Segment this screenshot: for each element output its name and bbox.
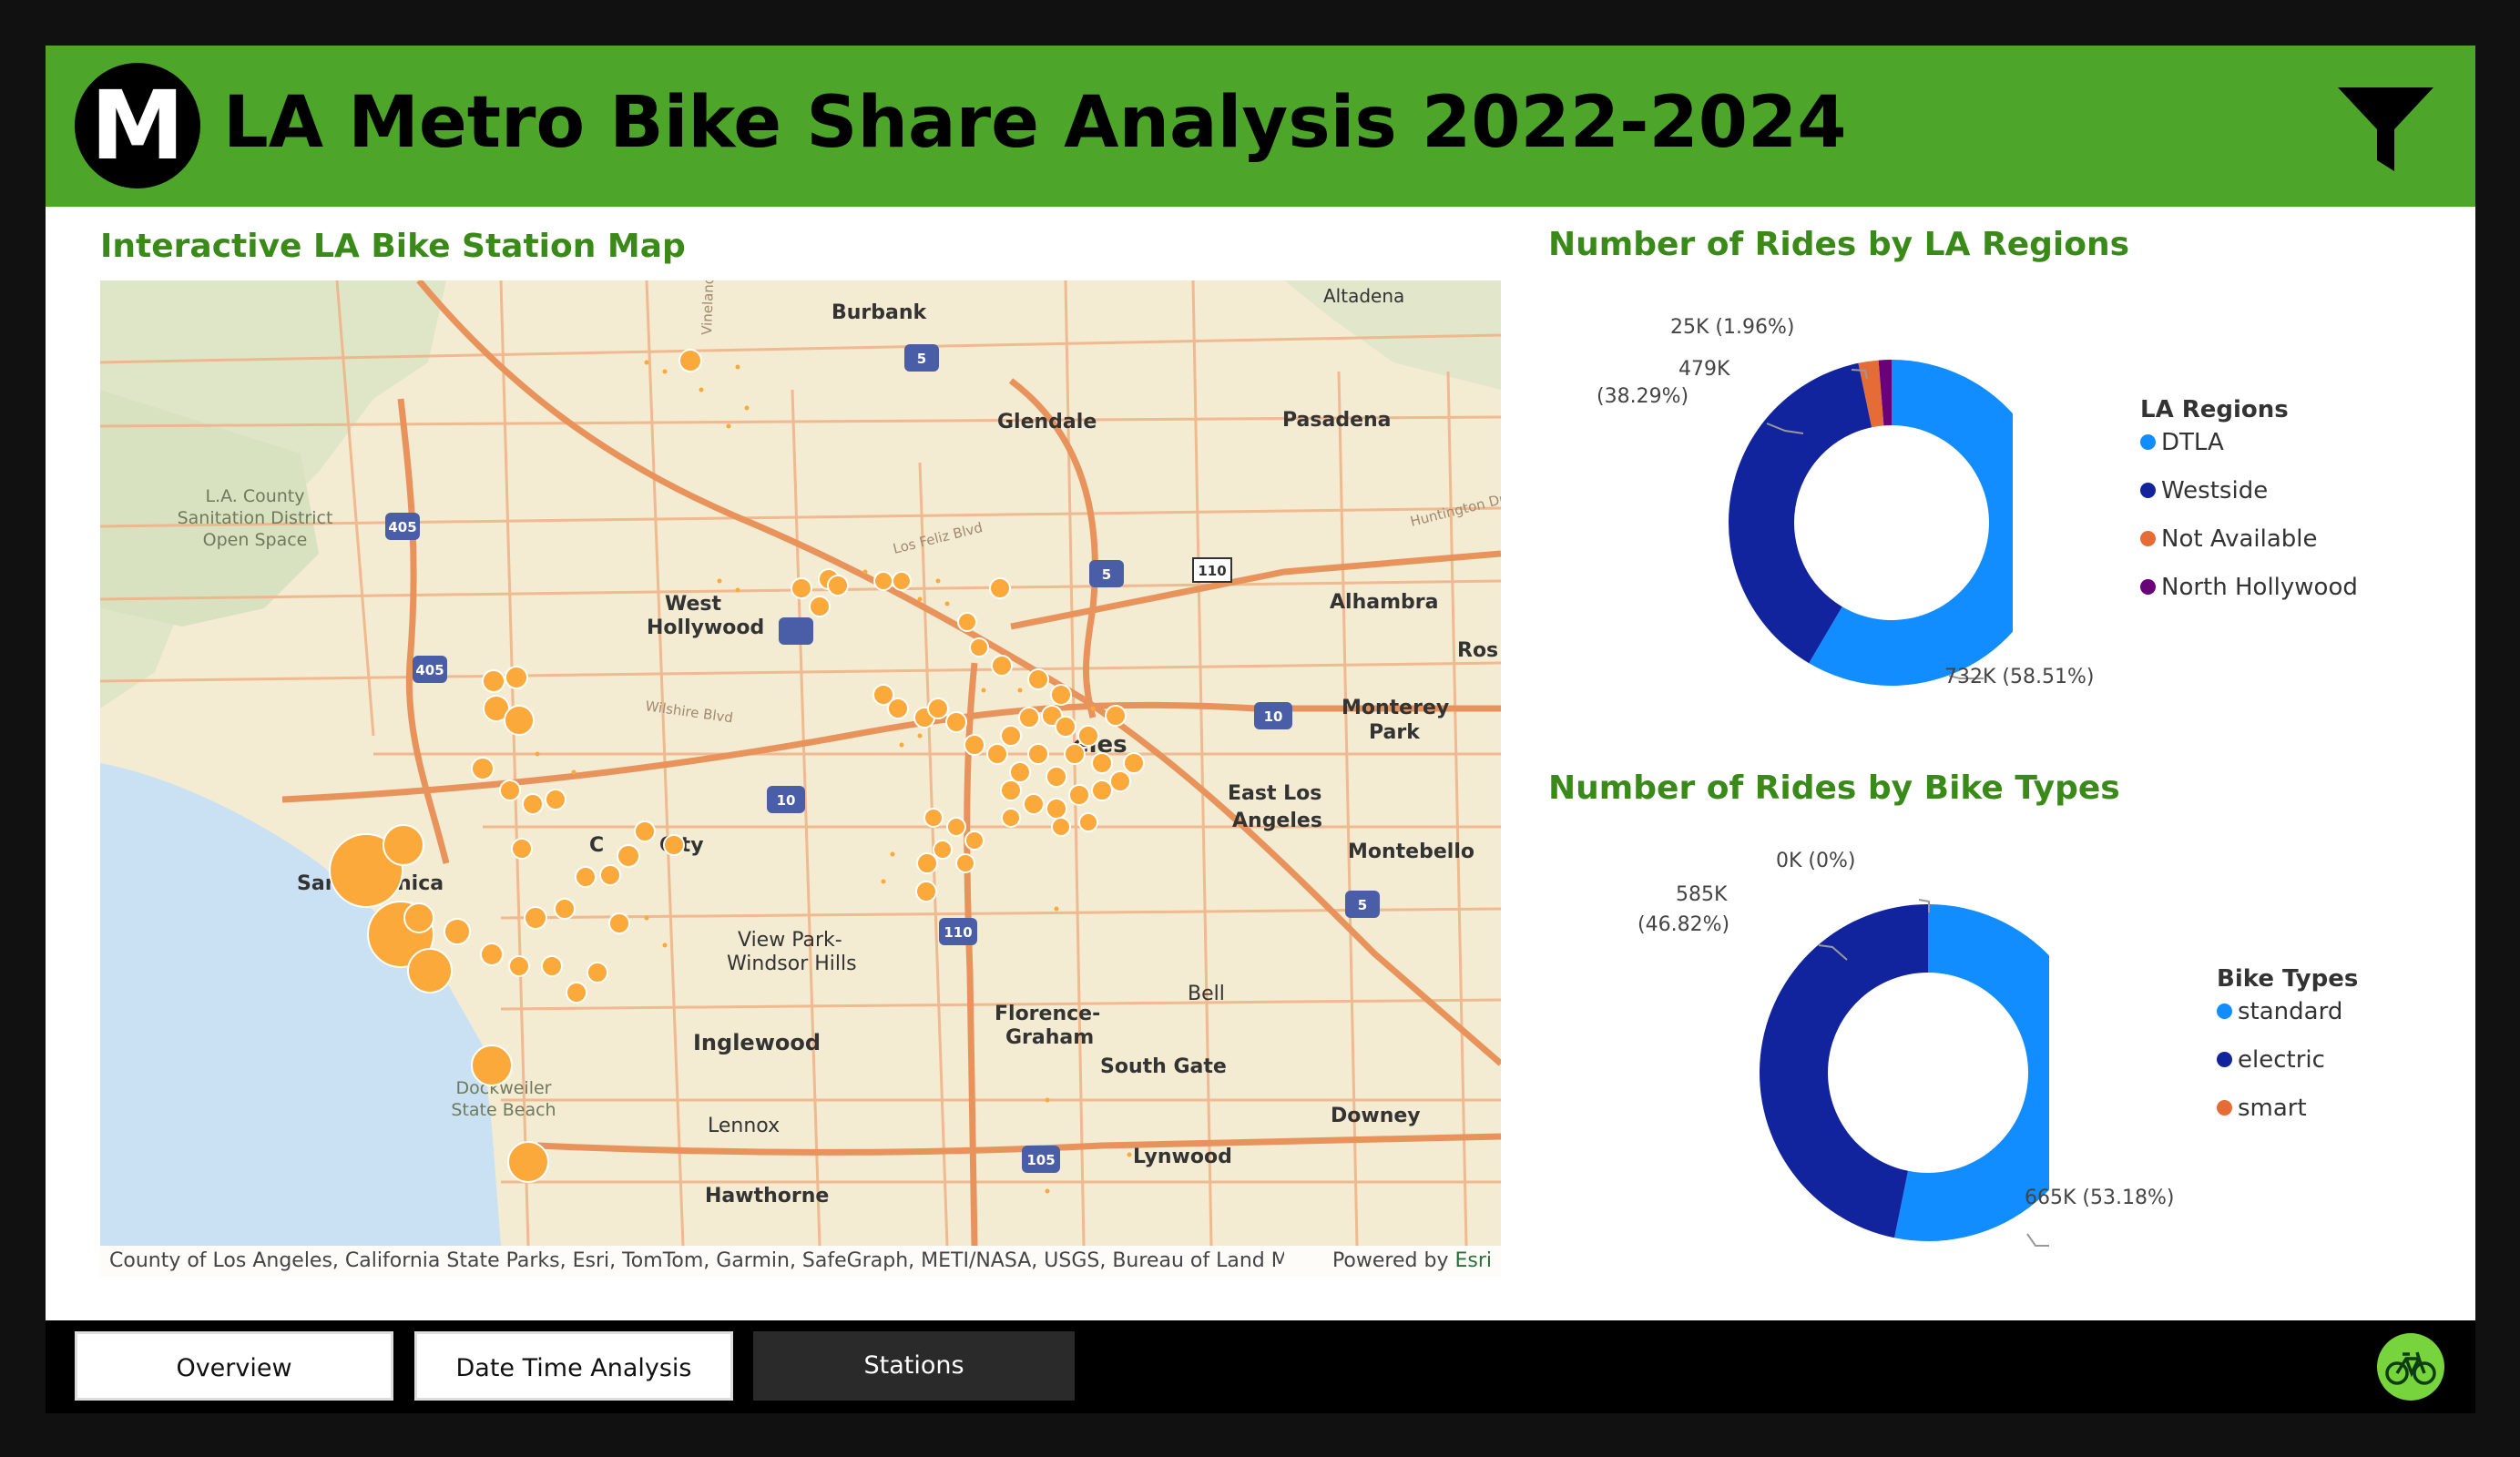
- map-label-alhambra: Alhambra: [1330, 591, 1438, 614]
- legend-item-electric[interactable]: electric: [2217, 1044, 2325, 1076]
- page-navigation: Overview Date Time Analysis Stations: [46, 1320, 2475, 1413]
- legend-dot: [2217, 1004, 2232, 1019]
- legend-dot: [2140, 579, 2156, 595]
- map-shield-10a: 10: [1264, 708, 1283, 725]
- legend-item-standard[interactable]: standard: [2217, 995, 2342, 1028]
- data-label-dtla: 732K (58.51%): [1944, 666, 2095, 688]
- map-shield-105: 105: [1026, 1152, 1055, 1168]
- map-shield-110b: 110: [944, 924, 972, 941]
- powered-by-label: Powered by: [1331, 1249, 1449, 1272]
- map-label-windsor-hills: Windsor Hills: [727, 953, 857, 975]
- station-map[interactable]: 405 405 5 5 5 110 10 10 105 110 Burbank …: [100, 280, 1501, 1277]
- map-label-bell: Bell: [1188, 983, 1225, 1005]
- legend-label: smart: [2238, 1095, 2307, 1122]
- regions-chart-title: Number of Rides by LA Regions: [1548, 226, 2130, 263]
- map-label-graham: Graham: [1005, 1026, 1094, 1049]
- map-label-view-park: View Park-: [738, 929, 842, 952]
- legend-item-north-hollywood[interactable]: North Hollywood: [2140, 571, 2358, 604]
- map-label-la-county: L.A. County: [205, 486, 304, 506]
- data-label-electric-value: 585K: [1676, 883, 1728, 906]
- legend-item-not-available[interactable]: Not Available: [2140, 523, 2318, 555]
- legend-label: Not Available: [2161, 525, 2318, 553]
- map-label-hollywood: Hollywood: [647, 616, 764, 639]
- legend-item-dtla[interactable]: DTLA: [2140, 426, 2224, 459]
- regions-legend-title: LA Regions: [2140, 396, 2289, 423]
- map-label-monterey: Monterey: [1342, 697, 1449, 719]
- data-label-smart: 0K (0%): [1776, 850, 1856, 872]
- page-title: LA Metro Bike Share Analysis 2022-2024: [223, 82, 1847, 164]
- map-label-angeles: Angeles: [1232, 810, 1322, 832]
- map-label-downey: Downey: [1331, 1105, 1421, 1127]
- map-label-state-beach: State Beach: [451, 1100, 556, 1120]
- filter-icon[interactable]: [2338, 87, 2433, 171]
- map-basemap: 405 405 5 5 5 110 10 10 105 110 Burbank …: [100, 280, 1501, 1277]
- legend-label: DTLA: [2161, 429, 2224, 456]
- data-label-westside-pct: (38.29%): [1597, 385, 1689, 408]
- metro-logo: M: [75, 63, 200, 188]
- map-label-lennox: Lennox: [708, 1115, 780, 1137]
- map-label-inglewood: Inglewood: [693, 1030, 821, 1055]
- tab-overview[interactable]: Overview: [75, 1331, 393, 1401]
- data-label-standard: 665K (53.18%): [2025, 1187, 2175, 1209]
- map-attribution: County of Los Angeles, California State …: [100, 1246, 1501, 1277]
- map-label-east-los: East Los: [1228, 782, 1321, 805]
- legend-dot: [2140, 483, 2156, 498]
- map-label-vineland: Vineland: [699, 280, 717, 335]
- header-bar: M LA Metro Bike Share Analysis 2022-2024: [46, 46, 2475, 207]
- map-label-lynwood: Lynwood: [1133, 1146, 1232, 1168]
- esri-link[interactable]: Esri: [1454, 1249, 1492, 1272]
- attribution-text: County of Los Angeles, California State …: [109, 1249, 1284, 1272]
- tab-stations[interactable]: Stations: [753, 1331, 1075, 1401]
- map-label-park: Park: [1369, 721, 1421, 744]
- map-title: Interactive LA Bike Station Map: [100, 228, 686, 265]
- map-label-west: West: [665, 593, 721, 616]
- legend-label: standard: [2238, 998, 2343, 1025]
- map-shield-5b: 5: [1102, 566, 1111, 583]
- tab-date-time-analysis[interactable]: Date Time Analysis: [414, 1331, 733, 1401]
- map-label-glendale: Glendale: [997, 411, 1097, 433]
- data-label-electric-pct: (46.82%): [1637, 913, 1730, 936]
- map-label-south-gate: South Gate: [1100, 1055, 1227, 1078]
- legend-label: Westside: [2161, 477, 2269, 504]
- map-shield-405a: 405: [388, 519, 416, 535]
- map-label-nica: nica: [397, 872, 444, 895]
- powered-by[interactable]: Powered by Esri: [1332, 1246, 1492, 1277]
- bike-button[interactable]: [2377, 1333, 2444, 1401]
- regions-donut-chart[interactable]: [1503, 301, 2013, 792]
- leader-line-standard: [2026, 1233, 2049, 1247]
- legend-dot: [2217, 1052, 2232, 1067]
- legend-dot: [2140, 434, 2156, 450]
- bicycle-icon: [2385, 1351, 2436, 1385]
- bike-types-donut-chart[interactable]: [1539, 847, 2049, 1293]
- legend-item-westside[interactable]: Westside: [2140, 474, 2268, 507]
- donut-slice-electric[interactable]: [1759, 904, 1928, 1238]
- map-label-hawthorne: Hawthorne: [705, 1185, 829, 1207]
- legend-item-smart[interactable]: smart: [2217, 1092, 2307, 1125]
- map-label-c: C: [589, 834, 604, 857]
- map-label-burbank: Burbank: [831, 301, 928, 324]
- bike-chart-title: Number of Rides by Bike Types: [1548, 769, 2120, 807]
- map-shield-10b: 10: [777, 792, 796, 809]
- legend-label: electric: [2238, 1046, 2325, 1074]
- map-label-altadena: Altadena: [1323, 285, 1404, 307]
- map-label-sanitation: Sanitation District: [178, 508, 333, 528]
- map-label-montebello: Montebello: [1348, 841, 1474, 863]
- legend-dot: [2217, 1100, 2232, 1116]
- legend-label: North Hollywood: [2161, 574, 2358, 601]
- map-shield-5a: 5: [917, 351, 926, 367]
- report-canvas: M LA Metro Bike Share Analysis 2022-2024…: [46, 46, 2475, 1320]
- map-label-florence: Florence-: [995, 1003, 1100, 1025]
- map-label-ros: Ros: [1457, 639, 1498, 662]
- legend-dot: [2140, 531, 2156, 546]
- map-shield-5c: 5: [1358, 897, 1367, 913]
- map-shield-405b: 405: [415, 662, 444, 678]
- map-label-open-space: Open Space: [203, 530, 308, 550]
- bike-legend-title: Bike Types: [2217, 965, 2359, 993]
- data-label-westside-value: 479K: [1678, 358, 1730, 381]
- map-shield-110a: 110: [1198, 563, 1226, 579]
- data-label-not-available: 25K (1.96%): [1670, 316, 1795, 339]
- map-label-pasadena: Pasadena: [1282, 409, 1392, 432]
